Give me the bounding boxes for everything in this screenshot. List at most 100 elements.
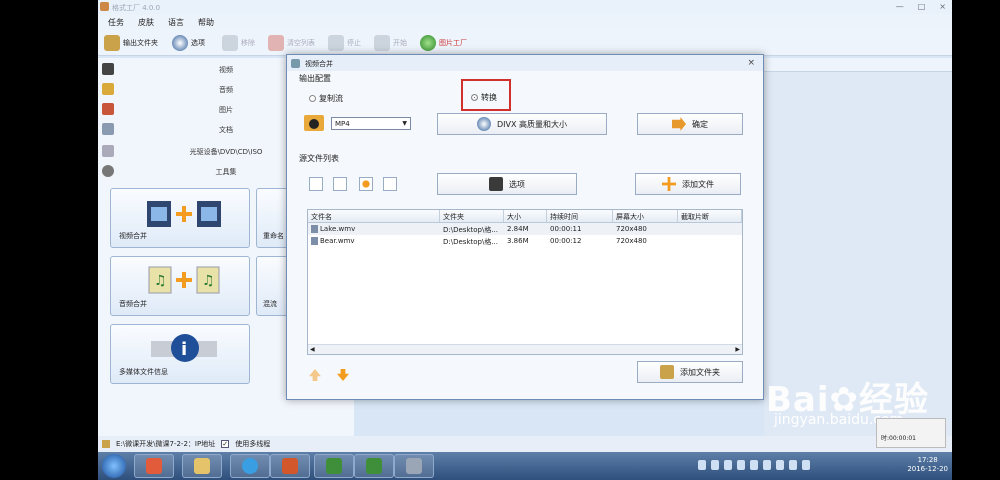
app-title: 格式工厂 4.0.0 (112, 4, 161, 12)
menu-skin[interactable]: 皮肤 (138, 17, 154, 27)
stop-label: 停止 (347, 39, 361, 47)
quality-button[interactable]: DIVX 高质量和大小 (437, 113, 607, 135)
menu-task[interactable]: 任务 (108, 17, 124, 27)
clock[interactable]: 17:28 2016-12-20 (907, 456, 948, 474)
ok-button[interactable]: 确定 (637, 113, 743, 135)
remove-item-icon[interactable] (333, 177, 347, 191)
tray-icon[interactable] (776, 460, 784, 470)
table-row[interactable]: Lake.wmv D:\Desktop\格... 2.84M 00:00:11 … (308, 223, 742, 235)
stop-button[interactable]: 停止 (328, 35, 361, 51)
minimize-icon[interactable]: — (896, 2, 904, 11)
add-folder-label: 添加文件夹 (680, 367, 720, 377)
start-button[interactable]: 开始 (374, 35, 407, 51)
powerpoint-icon (282, 458, 298, 474)
cell-duration: 00:00:12 (550, 237, 582, 245)
output-path-text: E:\微课开发\微课7-2-2：IP地址 (116, 440, 216, 448)
add-folder-button[interactable]: 添加文件夹 (637, 361, 743, 383)
radio-convert[interactable]: 转换 (471, 92, 497, 103)
clear-list-button[interactable]: 清空列表 (268, 35, 315, 51)
scroll-right-icon[interactable]: ▶ (735, 346, 740, 353)
options-dialog-button[interactable]: 选项 (437, 173, 577, 195)
clear-list-label: 清空列表 (287, 39, 315, 47)
horizontal-scrollbar[interactable]: ◀ ▶ (308, 344, 742, 354)
scroll-left-icon[interactable]: ◀ (310, 346, 315, 353)
cell-clip (678, 223, 742, 235)
options-button[interactable]: 选项 (172, 35, 205, 51)
add-item-icon[interactable] (309, 177, 323, 191)
tray-icon[interactable] (750, 460, 758, 470)
radio-convert-dot (471, 94, 478, 101)
col-folder[interactable]: 文件夹 (440, 210, 504, 222)
add-file-label: 添加文件 (682, 179, 714, 189)
cell-screen-size: 720x480 (616, 225, 647, 233)
left-letterbox (0, 0, 98, 480)
tray-icon[interactable] (763, 460, 771, 470)
options-dialog-label: 选项 (509, 179, 525, 189)
stop-icon (328, 35, 344, 51)
menu-help[interactable]: 帮助 (198, 17, 214, 27)
video-merge-dialog: 视频合并 × 输出配置 复制流 转换 MP4 ▼ DIVX 高质量和大小 确定 (286, 54, 764, 400)
move-down-icon[interactable] (337, 369, 349, 381)
statusbar: E:\微课开发\微课7-2-2：IP地址 ✓ 使用多线程 (98, 436, 952, 452)
info-small-icon[interactable] (383, 177, 397, 191)
media-info-tile[interactable]: i 多媒体文件信息 (110, 324, 250, 384)
col-size[interactable]: 大小 (504, 210, 547, 222)
video-merge-tile[interactable]: 视频合并 (110, 188, 250, 248)
dialog-title: 视频合并 (305, 60, 333, 68)
desktop-screen: 格式工厂 4.0.0 — □ × 任务 皮肤 语言 帮助 输出文件夹 选项 移除… (98, 0, 952, 480)
picture-factory-label: 图片工厂 (439, 39, 467, 47)
table-row[interactable]: Bear.wmv D:\Desktop\格... 3.86M 00:00:12 … (308, 235, 742, 247)
source-file-table: 文件名 文件夹 大小 持续时间 屏幕大小 截取片断 Lake.wmv D:\De… (307, 209, 743, 355)
col-filename[interactable]: 文件名 (308, 210, 440, 222)
start-button[interactable] (102, 454, 126, 478)
format-select[interactable]: MP4 ▼ (331, 117, 411, 130)
tray-icon[interactable] (802, 460, 810, 470)
tray-icon[interactable] (737, 460, 745, 470)
tray-icon[interactable] (789, 460, 797, 470)
remove-label: 移除 (241, 39, 255, 47)
video-merge-icon (147, 201, 221, 227)
camtasia-icon (326, 458, 342, 474)
explorer-icon (194, 458, 210, 474)
taskbar-powerpoint[interactable] (270, 454, 310, 478)
tray-icon[interactable] (724, 460, 732, 470)
menu-language[interactable]: 语言 (168, 17, 184, 27)
remove-icon (222, 35, 238, 51)
app-logo-icon (100, 2, 109, 11)
move-up-icon[interactable] (309, 369, 321, 381)
info-icon: i (151, 334, 217, 362)
media-info-label: 多媒体文件信息 (119, 368, 168, 376)
col-screen-size[interactable]: 屏幕大小 (613, 210, 678, 222)
col-duration[interactable]: 持续时间 (547, 210, 613, 222)
col-clip[interactable]: 截取片断 (678, 210, 742, 222)
taskbar-explorer[interactable] (182, 454, 222, 478)
picture-factory-button[interactable]: 图片工厂 (420, 35, 467, 51)
radio-copy-stream[interactable]: 复制流 (309, 93, 343, 104)
app-icon (146, 458, 162, 474)
audio-merge-tile[interactable]: ♫ ♫ 音频合并 (110, 256, 250, 316)
taskbar-format-factory[interactable] (394, 454, 434, 478)
taskbar-ie[interactable] (230, 454, 270, 478)
remove-button[interactable]: 移除 (222, 35, 255, 51)
multithread-checkbox[interactable]: ✓ (221, 440, 230, 448)
dialog-titlebar: 视频合并 × (287, 55, 763, 71)
dialog-close-icon[interactable]: × (747, 58, 755, 68)
taskbar-camtasia-1[interactable] (314, 454, 354, 478)
tray-icon[interactable] (698, 460, 706, 470)
folder-small-icon (102, 440, 110, 448)
baidu-watermark: Bai✿经验 jingyan.baidu.com (766, 372, 929, 428)
output-folder-button[interactable]: 输出文件夹 (104, 35, 158, 51)
maximize-icon[interactable]: □ (918, 2, 926, 11)
close-icon[interactable]: × (939, 2, 946, 11)
cell-screen-size: 720x480 (616, 237, 647, 245)
taskbar-camtasia-2[interactable] (354, 454, 394, 478)
add-file-button[interactable]: 添加文件 (635, 173, 741, 195)
taskbar-app-1[interactable] (134, 454, 174, 478)
system-tray (698, 460, 810, 470)
play-icon[interactable] (359, 177, 373, 191)
tray-icon[interactable] (711, 460, 719, 470)
cell-clip (678, 235, 742, 247)
cell-size: 3.86M (507, 237, 529, 245)
folder-icon (104, 35, 120, 51)
source-list-label: 源文件列表 (299, 154, 339, 163)
